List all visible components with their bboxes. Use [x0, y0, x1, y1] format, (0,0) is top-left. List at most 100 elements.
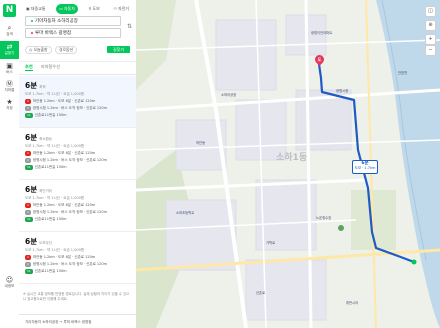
rail-item-bookmark[interactable]: ★ 저장: [0, 98, 19, 111]
bike-icon: ⚇: [113, 6, 117, 11]
map-label: 광명이안아파트: [311, 31, 333, 35]
route-time: 6분 도보우선: [25, 237, 53, 246]
route-input-box: 기아자동차 소하리공장 루마 바렉스 광명점 ⇅ ◷ 오늘출발 경로옵션 길찾기: [23, 16, 132, 56]
naver-logo[interactable]: N: [3, 4, 16, 17]
line-badge: 1: [25, 99, 31, 104]
route-step: 11 신촌로11번길 150m: [25, 113, 67, 118]
destination-pin-icon[interactable]: 도: [313, 53, 326, 66]
tab-recommended[interactable]: 추천: [25, 64, 33, 71]
line-badge: 11: [25, 165, 33, 170]
route-time: 6분 최적: [25, 81, 46, 90]
route-step: 11 신촌로11번길 150m: [25, 217, 67, 222]
walk-icon: ⚲: [88, 6, 92, 11]
divider: [19, 74, 136, 75]
car-icon: ▭: [59, 6, 63, 11]
user-icon: ☺: [5, 276, 14, 284]
rail-item-bus[interactable]: ▣ 버스: [0, 62, 19, 75]
mode-car[interactable]: ▭ 자동차: [56, 4, 78, 14]
mode-transit[interactable]: ▣ 대중교통: [23, 4, 49, 14]
map-label: 휴먼시아: [346, 301, 359, 305]
route-time: 6분 최단거리: [25, 185, 53, 194]
rail-item-user[interactable]: ☺ 내정보: [0, 276, 19, 289]
route-time-bubble[interactable]: 6분 도보 · 1.7km: [352, 160, 378, 174]
route-result-item[interactable]: 6분 최적 도보 1.7km · 약 1시간 · 요금 1,000원 1 하안동 1…: [19, 76, 136, 128]
destination-input[interactable]: 루마 바렉스 광명점: [25, 28, 121, 38]
line-badge: 1: [25, 106, 31, 111]
map-view[interactable]: 소하1동 광명이안아파트 광명시청 소하리공장 안양천 하안동 소하초등학교 노…: [136, 0, 440, 328]
directions-panel: ▣ 대중교통 ▭ 자동차 ⚲ 도보 ⚇ 자전거 기아자동차 소하리공장 루마 바렉스 광…: [19, 0, 137, 328]
map-label: 가학로: [266, 241, 276, 245]
line-badge: 1: [25, 203, 31, 208]
park-icon: [338, 225, 344, 231]
route-result-item[interactable]: 6분 최소환승 도보 1.7km · 약 1시간 · 요금 1,000원 1 하안동…: [19, 128, 136, 180]
location-icon[interactable]: ⊕: [425, 20, 436, 31]
rail-label: 길찾기: [4, 51, 15, 55]
bus-icon: ▣: [6, 62, 13, 70]
find-route-button[interactable]: 길찾기: [106, 46, 130, 53]
zoom-in-icon[interactable]: +: [425, 34, 436, 45]
swap-icon[interactable]: ⇅: [127, 23, 132, 30]
mode-walk[interactable]: ⚲ 도보: [85, 4, 102, 14]
route-option-button[interactable]: 경로옵션: [55, 46, 77, 54]
origin-marker: [411, 259, 417, 265]
bus-icon: ▣: [26, 6, 30, 11]
departure-time-option[interactable]: ◷ 오늘출발: [25, 46, 52, 54]
route-result-item[interactable]: 6분 최단거리 도보 1.7km · 약 1시간 · 요금 1,000원 1 하안동…: [19, 180, 136, 232]
route-step: 1 광명시청 1.2km · 버스 도착 정보 · 신촌로 120m: [25, 210, 107, 215]
route-step: 1 광명시청 1.2km · 버스 도착 정보 · 신촌로 120m: [25, 262, 107, 267]
line-badge: 1: [25, 262, 31, 267]
rail-item-search[interactable]: ⌕ 검색: [0, 24, 19, 37]
route-meta: 도보 1.7km · 약 1시간 · 요금 1,000원: [25, 196, 85, 200]
line-badge: 1: [25, 210, 31, 215]
line-badge: 1: [25, 158, 31, 163]
route-step: 1 광명시청 1.2km · 버스 도착 정보 · 신촌로 120m: [25, 106, 107, 111]
line-badge: 11: [25, 269, 33, 274]
district-label: 소하1동: [276, 153, 308, 163]
rail-label: 지하철: [4, 88, 15, 92]
rail-label: 내정보: [4, 284, 15, 288]
layers-icon[interactable]: ◫: [425, 6, 436, 17]
subway-icon: Ⓜ: [6, 80, 13, 88]
route-step: 1 하안동 1.2km · 도보 6분 · 신촌로 120m: [25, 151, 96, 156]
origin-dot-icon: [31, 19, 33, 22]
mode-bike[interactable]: ⚇ 자전거: [110, 4, 132, 14]
rail-label: 검색: [6, 32, 13, 36]
route-step: 1 하안동 1.2km · 도보 6분 · 신촌로 120m: [25, 255, 96, 260]
rail-label: 버스: [6, 70, 13, 74]
map-label: 소하초등학교: [176, 211, 195, 215]
directions-icon: ⇄: [6, 43, 13, 51]
route-step: 1 광명시청 1.2km · 버스 도착 정보 · 신촌로 120m: [25, 158, 107, 163]
route-meta: 도보 1.7km · 약 1시간 · 요금 1,000원: [25, 92, 85, 96]
divider: [19, 61, 136, 62]
map-label: 하안동: [196, 141, 206, 145]
map-label: 안양천: [398, 71, 408, 75]
map-label: 노온정수장: [316, 216, 332, 220]
notice-text: ※ 실시간 교통 정보를 반영한 경로입니다. 실제 상황과 차이가 있을 수 …: [23, 292, 130, 301]
map-label: 신촌로: [256, 291, 266, 295]
rail-item-subway[interactable]: Ⓜ 지하철: [0, 80, 19, 93]
tab-subway-first[interactable]: 지하철우선: [41, 64, 60, 71]
map-canvas: [136, 0, 440, 328]
route-step: 1 하안동 1.2km · 도보 6분 · 신촌로 120m: [25, 203, 96, 208]
route-time: 6분 최소환승: [25, 133, 53, 142]
bookmark-icon: ★: [6, 98, 13, 106]
route-result-item[interactable]: 6분 도보우선 도보 1.7km · 약 1시간 · 요금 1,000원 1 하안동…: [19, 232, 136, 284]
route-step: 11 신촌로11번길 150m: [25, 165, 67, 170]
map-label: 광명시청: [336, 89, 349, 93]
rail-item-directions[interactable]: ⇄ 길찾기: [0, 41, 19, 59]
route-step: 1 하안동 1.2km · 도보 6분 · 신촌로 120m: [25, 99, 96, 104]
destination-dot-icon: [31, 31, 33, 34]
route-step: 11 신촌로11번길 150m: [25, 269, 67, 274]
transport-mode-tabs: ▣ 대중교통 ▭ 자동차 ⚲ 도보 ⚇ 자전거: [23, 4, 132, 14]
rail-label: 저장: [6, 106, 13, 110]
route-meta: 도보 1.7km · 약 1시간 · 요금 1,000원: [25, 248, 85, 252]
line-badge: 1: [25, 255, 31, 260]
line-badge: 1: [25, 151, 31, 156]
line-badge: 11: [25, 113, 33, 118]
route-meta: 도보 1.7km · 약 1시간 · 요금 1,000원: [25, 144, 85, 148]
bottom-route-summary[interactable]: 기아자동차 소하리공장 → 루마 바렉스 광명점: [19, 314, 136, 328]
search-icon: ⌕: [7, 24, 12, 32]
zoom-out-icon[interactable]: −: [425, 45, 436, 56]
origin-input[interactable]: 기아자동차 소하리공장: [25, 16, 121, 26]
map-label: 소하리공장: [221, 93, 237, 97]
